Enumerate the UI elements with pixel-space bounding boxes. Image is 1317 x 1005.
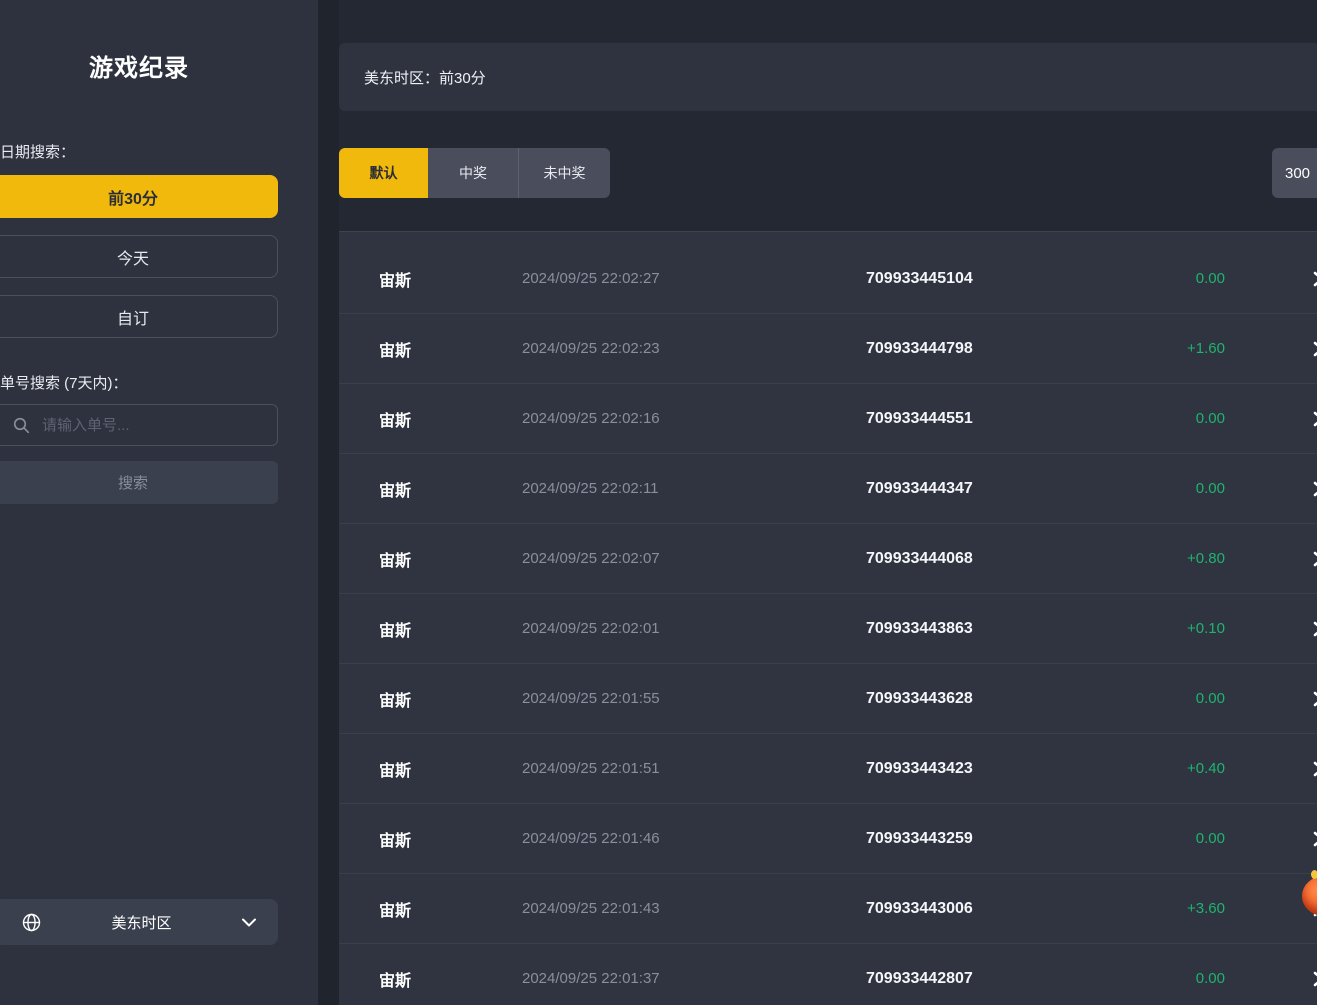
game-name: 宙斯	[339, 337, 522, 361]
win-amount: +1.60	[1066, 340, 1225, 357]
chevron-right-icon[interactable]	[1225, 761, 1317, 777]
bet-time: 2024/09/25 22:02:23	[522, 340, 866, 357]
date-range-last30min-button[interactable]: 前30分	[0, 175, 278, 218]
table-row[interactable]: 宙斯 2024/09/25 22:02:01 709933443863 +0.1…	[339, 594, 1317, 664]
order-search-input[interactable]	[42, 417, 277, 434]
chevron-right-icon[interactable]	[1225, 341, 1317, 357]
chevron-right-icon[interactable]	[1225, 551, 1317, 567]
win-amount: 0.00	[1066, 830, 1225, 847]
win-amount: 0.00	[1066, 270, 1225, 287]
chevron-right-icon[interactable]	[1225, 971, 1317, 987]
bet-time: 2024/09/25 22:02:27	[522, 270, 866, 287]
page-title: 游戏纪录	[0, 48, 278, 83]
game-name: 宙斯	[339, 687, 522, 711]
game-name: 宙斯	[339, 477, 522, 501]
win-amount: 0.00	[1066, 970, 1225, 987]
table-row[interactable]: 宙斯 2024/09/25 22:01:46 709933443259 0.00	[339, 804, 1317, 874]
game-name: 宙斯	[339, 267, 522, 291]
order-number: 709933444347	[866, 480, 1066, 498]
game-name: 宙斯	[339, 617, 522, 641]
tab-default[interactable]: 默认	[339, 148, 428, 198]
records-table: 宙斯 2024/09/25 22:02:27 709933445104 0.00…	[339, 231, 1317, 1005]
win-amount: +0.10	[1066, 620, 1225, 637]
filter-tabs: 默认 中奖 未中奖	[339, 148, 610, 198]
bet-time: 2024/09/25 22:01:46	[522, 830, 866, 847]
win-amount: 0.00	[1066, 410, 1225, 427]
timezone-range-header: 美东时区：前30分	[339, 43, 1317, 111]
order-number: 709933443423	[866, 760, 1066, 778]
tab-win[interactable]: 中奖	[428, 148, 518, 198]
order-number: 709933443006	[866, 900, 1066, 918]
date-search-label: 日期搜索：	[0, 141, 75, 162]
order-number: 709933443259	[866, 830, 1066, 848]
order-number: 709933443628	[866, 690, 1066, 708]
page-size-button[interactable]: 300	[1272, 148, 1317, 198]
game-name: 宙斯	[339, 967, 522, 991]
table-row[interactable]: 宙斯 2024/09/25 22:02:11 709933444347 0.00	[339, 454, 1317, 524]
chevron-right-icon[interactable]	[1225, 411, 1317, 427]
table-row[interactable]: 宙斯 2024/09/25 22:02:23 709933444798 +1.6…	[339, 314, 1317, 384]
win-amount: 0.00	[1066, 690, 1225, 707]
win-amount: 0.00	[1066, 480, 1225, 497]
sidebar-main-divider	[318, 0, 339, 1005]
search-button[interactable]: 搜索	[0, 461, 278, 504]
tab-lose[interactable]: 未中奖	[518, 148, 610, 198]
order-number: 709933445104	[866, 270, 1066, 288]
win-amount: +0.80	[1066, 550, 1225, 567]
globe-icon	[22, 913, 41, 932]
order-number: 709933444068	[866, 550, 1066, 568]
order-number: 709933443863	[866, 620, 1066, 638]
bet-time: 2024/09/25 22:02:11	[522, 480, 866, 497]
date-range-today-button[interactable]: 今天	[0, 235, 278, 278]
timezone-label: 美东时区	[41, 912, 242, 933]
game-name: 宙斯	[339, 757, 522, 781]
chevron-right-icon[interactable]	[1225, 481, 1317, 497]
bet-time: 2024/09/25 22:02:16	[522, 410, 866, 427]
bet-time: 2024/09/25 22:01:55	[522, 690, 866, 707]
game-name: 宙斯	[339, 897, 522, 921]
chevron-right-icon[interactable]	[1225, 271, 1317, 287]
bet-time: 2024/09/25 22:02:07	[522, 550, 866, 567]
table-row[interactable]: 宙斯 2024/09/25 22:02:27 709933445104 0.00	[339, 244, 1317, 314]
table-row[interactable]: 宙斯 2024/09/25 22:02:07 709933444068 +0.8…	[339, 524, 1317, 594]
win-amount: +0.40	[1066, 760, 1225, 777]
order-number: 709933444798	[866, 340, 1066, 358]
order-number: 709933444551	[866, 410, 1066, 428]
order-search-label: 单号搜索 (7天内)：	[0, 372, 128, 393]
table-row[interactable]: 宙斯 2024/09/25 22:02:16 709933444551 0.00	[339, 384, 1317, 454]
table-row[interactable]: 宙斯 2024/09/25 22:01:37 709933442807 0.00	[339, 944, 1317, 1005]
bet-time: 2024/09/25 22:02:01	[522, 620, 866, 637]
table-row[interactable]: 宙斯 2024/09/25 22:01:55 709933443628 0.00	[339, 664, 1317, 734]
date-range-custom-button[interactable]: 自订	[0, 295, 278, 338]
bet-time: 2024/09/25 22:01:51	[522, 760, 866, 777]
game-name: 宙斯	[339, 547, 522, 571]
timezone-selector[interactable]: 美东时区	[0, 899, 278, 945]
order-number: 709933442807	[866, 970, 1066, 988]
search-icon	[13, 417, 30, 434]
order-search-box	[0, 404, 278, 446]
chevron-right-icon[interactable]	[1225, 691, 1317, 707]
chevron-down-icon	[242, 918, 256, 927]
game-name: 宙斯	[339, 407, 522, 431]
table-row[interactable]: 宙斯 2024/09/25 22:01:43 709933443006 +3.6…	[339, 874, 1317, 944]
win-amount: +3.60	[1066, 900, 1225, 917]
sidebar: 游戏纪录 日期搜索： 前30分 今天 自订 单号搜索 (7天内)： 搜索 美东时…	[0, 0, 318, 1005]
chevron-right-icon[interactable]	[1225, 831, 1317, 847]
bet-time: 2024/09/25 22:01:43	[522, 900, 866, 917]
chevron-right-icon[interactable]	[1225, 621, 1317, 637]
game-name: 宙斯	[339, 827, 522, 851]
records-list: 宙斯 2024/09/25 22:02:27 709933445104 0.00…	[339, 244, 1317, 1005]
bet-time: 2024/09/25 22:01:37	[522, 970, 866, 987]
table-row[interactable]: 宙斯 2024/09/25 22:01:51 709933443423 +0.4…	[339, 734, 1317, 804]
